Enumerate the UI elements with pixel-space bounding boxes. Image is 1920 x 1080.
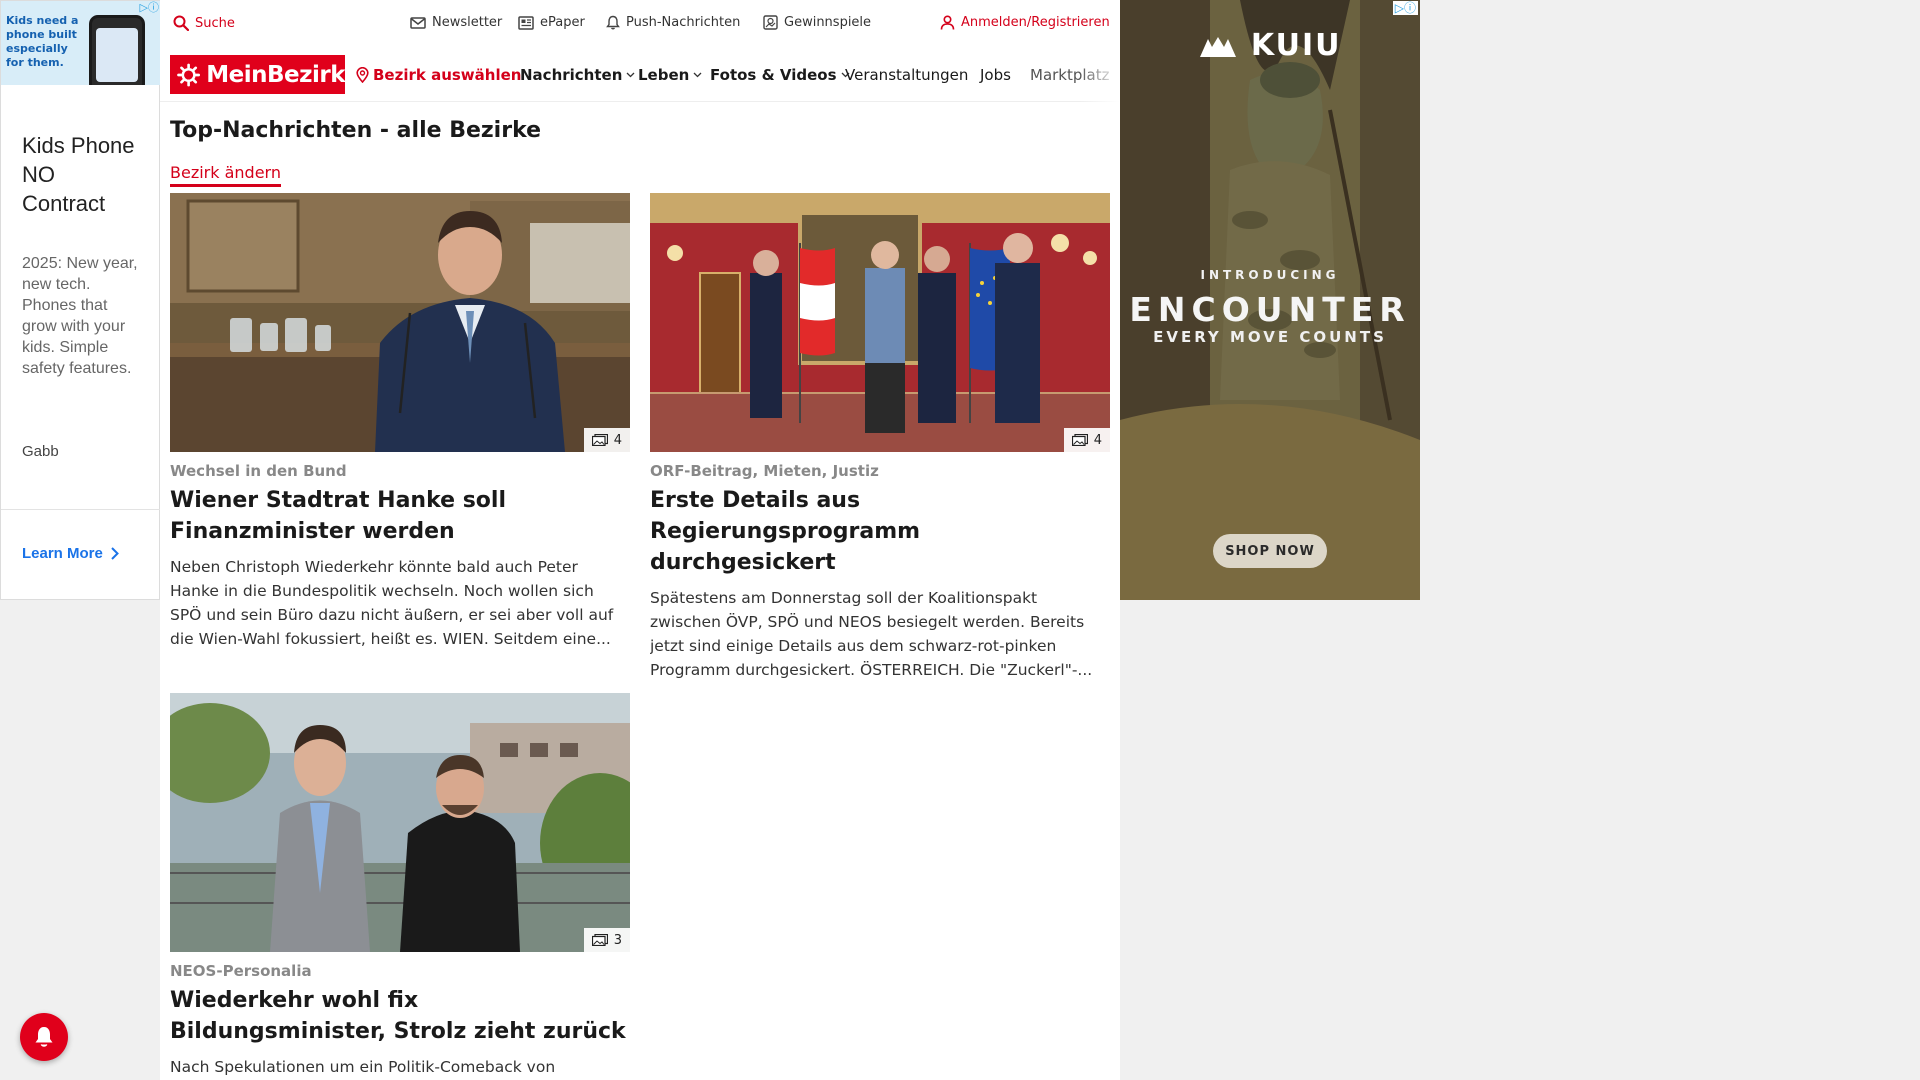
- nav-label: Leben: [638, 66, 690, 84]
- image-count-badge: 4: [1063, 428, 1110, 452]
- nav-item-veranstaltungen[interactable]: Veranstaltungen: [845, 66, 968, 84]
- article-title[interactable]: Erste Details aus Regierungsprogramm dur…: [650, 485, 1110, 578]
- logo-text: MeinBezirk: [206, 61, 345, 88]
- contests-link[interactable]: Gewinnspiele: [763, 15, 871, 30]
- learn-more-button[interactable]: Learn More: [22, 545, 119, 562]
- gallery-icon: [591, 434, 608, 446]
- government-meeting-photo: [650, 193, 1110, 452]
- article-title[interactable]: Wiener Stadtrat Hanke soll Finanzministe…: [170, 485, 630, 547]
- login-link[interactable]: Anmelden/Registrieren: [940, 15, 1110, 30]
- mail-icon: [410, 16, 426, 29]
- notification-bell-button[interactable]: [20, 1013, 68, 1061]
- utility-bar: Suche Newsletter ePaper Push-Nachrichten…: [160, 0, 1120, 46]
- main-navigation: MeinBezirk Bezirk auswählen Nachrichten …: [160, 46, 1120, 102]
- district-select[interactable]: Bezirk auswählen: [356, 66, 521, 84]
- article-card[interactable]: 3 NEOS-Personalia Wiederkehr wohl fix Bi…: [170, 693, 630, 1079]
- logo-sun-icon: [177, 63, 201, 86]
- article-teaser: Neben Christoph Wiederkehr könnte bald a…: [170, 558, 614, 648]
- left-ad-body: 2025: New year, new tech. Phones that gr…: [22, 255, 138, 377]
- nav-item-jobs[interactable]: Jobs: [980, 66, 1011, 84]
- nav-label: Veranstaltungen: [845, 66, 969, 84]
- nav-item-fotos-videos[interactable]: Fotos & Videos: [710, 66, 850, 84]
- article-card[interactable]: 4 Wechsel in den Bund Wiener Stadtrat Ha…: [170, 193, 630, 651]
- right-ad[interactable]: KUIU INTRODUCING ENCOUNTER EVERY MOVE CO…: [1120, 0, 1420, 600]
- article-kicker: ORF-Beitrag, Mieten, Justiz: [650, 462, 879, 480]
- newsletter-link[interactable]: Newsletter: [410, 15, 502, 30]
- nav-label: Fotos & Videos: [710, 66, 837, 84]
- image-count: 3: [613, 932, 622, 948]
- ad-choices-icon[interactable]: ▷ⓘ: [1392, 1, 1418, 15]
- ad-choices-icon[interactable]: ▷ⓘ: [140, 2, 159, 14]
- wolf-logo-icon: [1200, 36, 1237, 57]
- epaper-link[interactable]: ePaper: [518, 15, 585, 30]
- contests-label: Gewinnspiele: [784, 15, 872, 30]
- bell-icon: [606, 15, 620, 30]
- nav-item-nachrichten[interactable]: Nachrichten: [520, 66, 635, 84]
- kuiu-logo-text: KUIU: [1250, 28, 1342, 63]
- nav-label: Nachrichten: [520, 66, 623, 84]
- article-image[interactable]: 3: [170, 693, 630, 952]
- user-icon: [940, 15, 955, 30]
- prize-icon: [763, 15, 778, 30]
- site-logo[interactable]: MeinBezirk: [170, 55, 345, 94]
- nav-fade-overlay: [1080, 46, 1120, 102]
- section-title: Top-Nachrichten - alle Bezirke: [170, 118, 542, 143]
- article-teaser: Nach Spekulationen um ein Politik-Comeba…: [170, 1058, 556, 1076]
- chevron-right-icon: [111, 547, 119, 560]
- article-kicker: NEOS-Personalia: [170, 962, 312, 980]
- learn-more-label: Learn More: [22, 545, 103, 562]
- nav-item-leben[interactable]: Leben: [638, 66, 702, 84]
- chevron-down-icon: [693, 72, 702, 78]
- epaper-label: ePaper: [540, 15, 585, 30]
- left-ad-banner[interactable]: Kids need a phone built especially for t…: [1, 1, 161, 85]
- login-label: Anmelden/Registrieren: [961, 15, 1110, 30]
- image-count: 4: [1093, 432, 1102, 448]
- district-label: Bezirk auswählen: [373, 66, 522, 84]
- push-label: Push-Nachrichten: [626, 15, 741, 30]
- left-ad-headline[interactable]: Kids Phone NO Contract: [22, 131, 142, 218]
- image-count-badge: 4: [583, 428, 630, 452]
- left-ad-divider: [1, 509, 161, 510]
- gallery-icon: [591, 934, 608, 946]
- article-card[interactable]: 4 ORF-Beitrag, Mieten, Justiz Erste Deta…: [650, 193, 1110, 682]
- phone-image: [89, 15, 145, 85]
- push-notifications-link[interactable]: Push-Nachrichten: [606, 15, 740, 30]
- gallery-icon: [1071, 434, 1088, 446]
- article-teaser: Spätestens am Donnerstag soll der Koalit…: [650, 589, 1093, 679]
- main-content: Suche Newsletter ePaper Push-Nachrichten…: [160, 0, 1120, 1080]
- article-title[interactable]: Wiederkehr wohl fix Bildungsminister, St…: [170, 985, 630, 1047]
- left-ad-brand: Gabb: [22, 443, 59, 460]
- image-count: 4: [613, 432, 622, 448]
- chevron-down-icon: [626, 72, 635, 78]
- article-kicker: Wechsel in den Bund: [170, 462, 347, 480]
- bell-icon: [35, 1027, 53, 1047]
- ad-headline: ENCOUNTER: [1129, 290, 1411, 329]
- search-label: Suche: [195, 15, 235, 31]
- two-politicians-photo: [170, 693, 630, 952]
- search-link[interactable]: Suche: [173, 15, 235, 31]
- article-image[interactable]: 4: [170, 193, 630, 452]
- newspaper-icon: [518, 15, 534, 30]
- map-pin-icon: [356, 67, 369, 83]
- change-district-link[interactable]: Bezirk ändern: [170, 163, 281, 187]
- kuiu-logo[interactable]: KUIU: [1120, 28, 1420, 63]
- ad-intro-text: INTRODUCING: [1200, 268, 1340, 282]
- newsletter-label: Newsletter: [432, 15, 503, 30]
- ad-tagline: EVERY MOVE COUNTS: [1153, 328, 1387, 346]
- nav-label: Jobs: [980, 66, 1011, 84]
- parliament-speaker-photo: [170, 193, 630, 452]
- shop-now-button[interactable]: SHOP NOW: [1213, 534, 1327, 568]
- left-ad-banner-text: Kids need a phone built especially for t…: [6, 14, 79, 69]
- image-count-badge: 3: [583, 928, 630, 952]
- left-ad[interactable]: Kids need a phone built especially for t…: [0, 0, 161, 600]
- search-icon: [173, 15, 189, 31]
- article-image[interactable]: 4: [650, 193, 1110, 452]
